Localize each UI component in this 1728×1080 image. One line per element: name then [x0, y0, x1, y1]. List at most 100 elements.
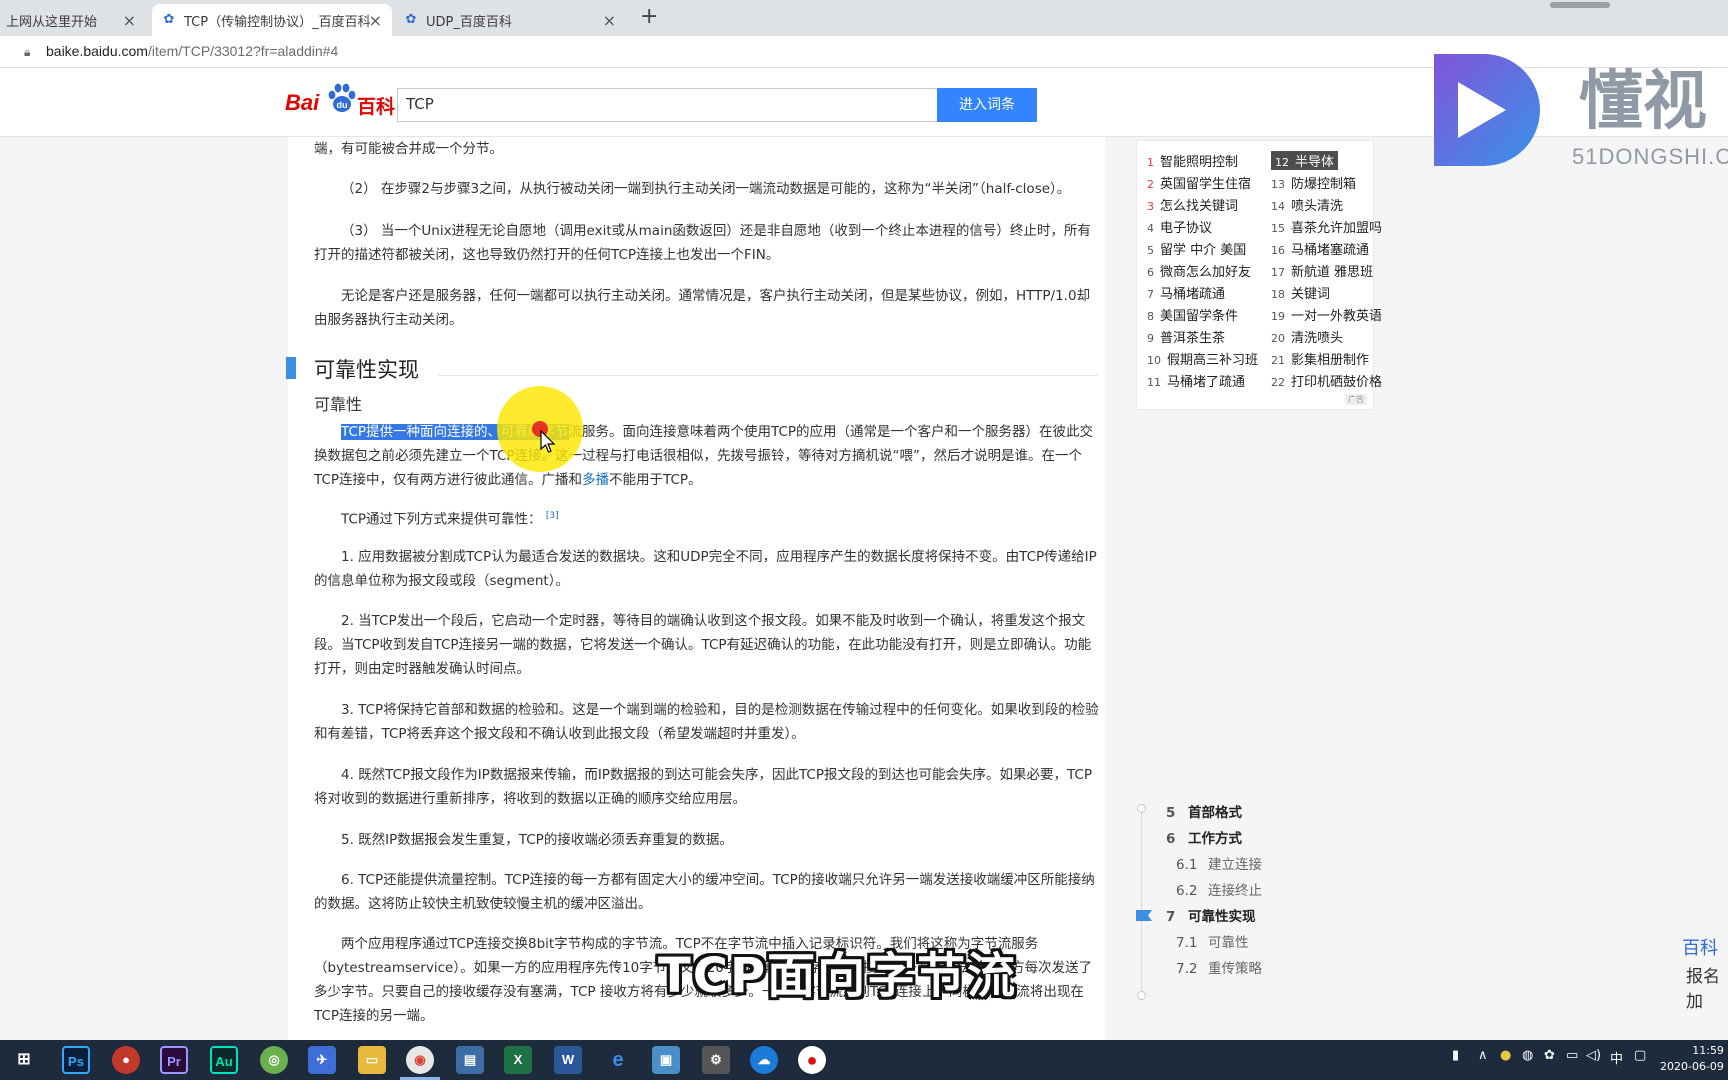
task-view-icon[interactable]: ⊞ — [10, 1046, 38, 1074]
catalog-item[interactable]: 6.2 连接终止 — [1176, 879, 1262, 899]
word-icon[interactable]: W — [554, 1046, 582, 1074]
system-clock[interactable]: 11:59 2020-06-09 — [1660, 1043, 1724, 1075]
notification-icon[interactable]: ▢ — [1634, 1048, 1646, 1063]
audition-icon[interactable]: Au — [210, 1046, 238, 1074]
tab-udp-baike[interactable]: ✿ UDP_百度百科 × — [394, 4, 626, 36]
lock-icon[interactable]: 🔒︎ — [24, 45, 30, 60]
hot-label: 普洱茶生茶 — [1160, 331, 1226, 346]
hot-search-panel: 1 智能照明控制 2 英国留学生住宿 3 怎么找关键词 4 电子协议 5 留学 中介 美国… — [1136, 140, 1382, 410]
url-path: /item/TCP/33012?fr=aladdin#4 — [147, 43, 339, 59]
edge-icon[interactable]: e — [604, 1046, 632, 1074]
hot-rank: 3 — [1147, 200, 1154, 213]
remote-desktop-icon[interactable]: ▣ — [652, 1046, 680, 1074]
divider — [438, 375, 1098, 376]
hot-item[interactable]: 13 防爆控制箱 — [1271, 173, 1356, 192]
settings-icon[interactable]: ⚙ — [702, 1046, 730, 1074]
tray-app-icon[interactable]: ● — [1500, 1048, 1511, 1063]
promo-text[interactable]: 百科 — [1682, 934, 1718, 960]
hot-item[interactable]: 15 喜茶允许加盟吗 — [1271, 217, 1382, 236]
network-icon[interactable]: ▭ — [1566, 1048, 1578, 1063]
catalog-item[interactable]: 7.2 重传策略 — [1176, 957, 1262, 977]
close-icon[interactable]: × — [369, 11, 382, 30]
reference-link[interactable]: [3] — [546, 511, 559, 521]
hot-label: 英国留学生住宿 — [1160, 177, 1252, 192]
logo-baike: 百科 — [357, 96, 396, 118]
hot-item[interactable]: 12 半导体 — [1271, 151, 1339, 170]
clock-time: 11:59 — [1692, 1044, 1724, 1057]
catalog-label: 工作方式 — [1188, 831, 1242, 847]
paragraph: 无论是客户还是服务器，任何一端都可以执行主动关闭。通常情况是，客户执行主动关闭，… — [314, 288, 1091, 328]
catalog-num: 6 — [1166, 831, 1176, 847]
tab-hao123[interactable]: 上网从这里开始 × — [0, 4, 146, 36]
catalog-item[interactable]: 6 工作方式 — [1166, 827, 1242, 847]
catalog-dot — [1137, 991, 1146, 1000]
close-icon[interactable]: × — [123, 11, 136, 30]
premiere-icon[interactable]: Pr — [160, 1046, 188, 1074]
hot-item[interactable]: 18 关键词 — [1271, 283, 1330, 302]
record-icon[interactable]: ● — [798, 1046, 826, 1074]
hot-item[interactable]: 7 马桶堵疏通 — [1147, 283, 1225, 302]
paragraph-text: TCP通过下列方式来提供可靠性： — [341, 511, 542, 528]
hot-rank: 6 — [1147, 266, 1154, 279]
hot-item[interactable]: 20 清洗喷头 — [1271, 327, 1343, 346]
hot-item[interactable]: 2 英国留学生住宿 — [1147, 173, 1251, 192]
catalog-num: 7 — [1166, 909, 1176, 925]
catalog-item[interactable]: 5 首部格式 — [1166, 801, 1242, 821]
browser-360-icon[interactable]: ◎ — [260, 1046, 288, 1074]
hot-item[interactable]: 3 怎么找关键词 — [1147, 195, 1238, 214]
search-input[interactable]: TCP — [397, 88, 938, 122]
catalog-num: 5 — [1166, 805, 1176, 821]
hot-label: 马桶堵疏通 — [1160, 287, 1226, 302]
photoshop-icon[interactable]: Ps — [62, 1046, 90, 1074]
tray-app-icon[interactable]: ✿ — [1544, 1048, 1555, 1063]
catalog-item[interactable]: 7.1 可靠性 — [1176, 931, 1249, 951]
hot-item[interactable]: 17 新航道 雅思班 — [1271, 261, 1373, 280]
hot-rank: 8 — [1147, 310, 1154, 323]
photos-icon[interactable]: ▤ — [456, 1046, 484, 1074]
hot-item[interactable]: 5 留学 中介 美国 — [1147, 239, 1246, 258]
hot-label: 怎么找关键词 — [1160, 199, 1239, 214]
hot-item[interactable]: 1 智能照明控制 — [1147, 151, 1238, 170]
enter-entry-button[interactable]: 进入词条 — [937, 88, 1037, 122]
url-text[interactable]: baike.baidu.com/item/TCP/33012?fr=aladdi… — [46, 43, 338, 59]
hot-item[interactable]: 11 马桶堵了疏通 — [1147, 371, 1245, 390]
hot-item[interactable]: 22 打印机硒鼓价格 — [1271, 371, 1382, 390]
screen-recorder-icon[interactable]: ● — [112, 1046, 140, 1074]
hot-item[interactable]: 8 美国留学条件 — [1147, 305, 1238, 324]
catalog-nav: 5 首部格式 6 工作方式 6.1 建立连接 6.2 连接终止 7 可靠性实现 7.1 可靠… — [1136, 801, 1386, 1080]
feishu-icon[interactable]: ✈ — [308, 1046, 336, 1074]
hot-item[interactable]: 6 微商怎么加好友 — [1147, 261, 1251, 280]
window-drag-bar[interactable] — [1550, 2, 1610, 8]
file-explorer-icon[interactable]: ▭ — [358, 1046, 386, 1074]
cloud-app-icon[interactable]: ☁ — [750, 1046, 778, 1074]
catalog-item[interactable]: 6.1 建立连接 — [1176, 853, 1262, 873]
hot-rank: 18 — [1271, 288, 1285, 301]
input-method-indicator[interactable]: 中 — [1610, 1048, 1623, 1067]
promo-text[interactable]: 报名加 — [1686, 962, 1728, 1012]
baidu-baike-logo[interactable]: Bai du 百科 — [285, 82, 395, 122]
hot-item[interactable]: 19 一对一外教英语 — [1271, 305, 1382, 324]
excel-icon[interactable]: X — [504, 1046, 532, 1074]
tab-tcp-baike[interactable]: ✿ TCP（传输控制协议）_百度百科 × — [152, 4, 392, 36]
volume-icon[interactable]: ◁) — [1586, 1048, 1601, 1063]
paragraph: 2. 当TCP发出一个段后，它启动一个定时器，等待目的端确认收到这个报文段。如果… — [314, 613, 1092, 677]
hot-label: 假期高三补习班 — [1167, 353, 1259, 368]
hot-item[interactable]: 4 电子协议 — [1147, 217, 1212, 236]
video-caption: TCP面向字节流 — [658, 948, 1018, 1004]
hot-rank: 5 — [1147, 244, 1154, 257]
chevron-up-icon[interactable]: ∧ — [1478, 1048, 1488, 1063]
hot-item[interactable]: 9 普洱茶生茶 — [1147, 327, 1225, 346]
close-icon[interactable]: × — [603, 11, 616, 30]
paragraph: （3） 当一个Unix进程无论自愿地（调用exit或从main函数返回）还是非自… — [314, 223, 1091, 263]
hot-item[interactable]: 21 影集相册制作 — [1271, 349, 1369, 368]
hot-item[interactable]: 10 假期高三补习班 — [1147, 349, 1258, 368]
watermark-text: 懂视 — [1579, 65, 1707, 139]
chrome-icon[interactable]: ◉ — [406, 1046, 434, 1074]
link-multicast[interactable]: 多播 — [582, 472, 609, 488]
new-tab-button[interactable]: + — [640, 4, 658, 29]
battery-icon[interactable]: ▮ — [1452, 1048, 1459, 1063]
hot-item[interactable]: 16 马桶堵塞疏通 — [1271, 239, 1369, 258]
wechat-icon[interactable]: ◍ — [1522, 1048, 1533, 1063]
hot-item[interactable]: 14 喷头清洗 — [1271, 195, 1343, 214]
catalog-item-current[interactable]: 7 可靠性实现 — [1166, 905, 1256, 925]
